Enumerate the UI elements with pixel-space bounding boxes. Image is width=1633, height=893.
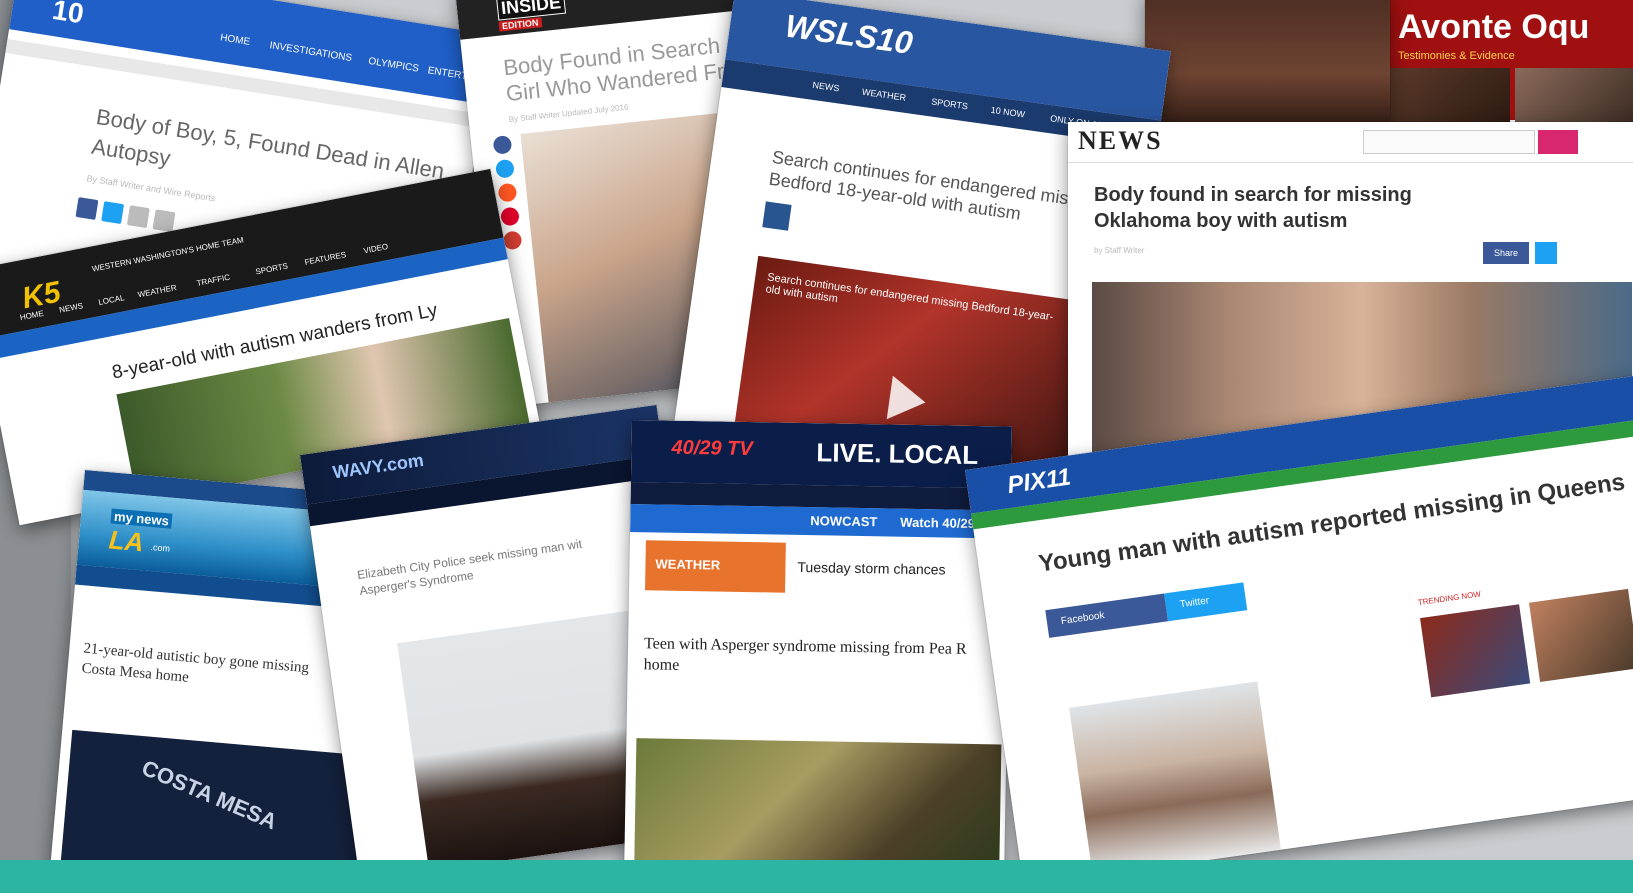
news-share-twitter[interactable] — [1535, 242, 1557, 264]
facebook-icon[interactable] — [492, 134, 513, 155]
facebook-label: Facebook — [1060, 610, 1106, 628]
pix11-sidebar-photo — [1420, 604, 1531, 698]
pix11-sidebar-photo-2 — [1528, 588, 1633, 683]
facebook-icon[interactable] — [75, 197, 99, 220]
nbc10-byline: By Staff Writer and Wire Reports — [85, 173, 217, 204]
pix11-photo — [1069, 681, 1281, 860]
email-icon[interactable] — [126, 205, 150, 229]
tv4029-banner: LIVE. LOCAL — [816, 437, 979, 471]
mynewsla-logo-suffix: .com — [150, 542, 171, 554]
pix11-sidebar-label: TRENDING NOW — [1417, 589, 1482, 608]
avonte-photo-2 — [1515, 68, 1633, 128]
twitter-icon[interactable] — [495, 158, 515, 179]
tv4029-headline-line2: home — [643, 656, 680, 674]
avonte-article-card: Avonte Oqu Testimonies & Evidence — [1380, 0, 1633, 130]
news-masthead: NEWS — [1078, 126, 1163, 155]
news-headline: Body found in search for missing — [1094, 184, 1412, 206]
twitter-label: Twitter — [1179, 595, 1210, 611]
costa-mesa-badge-photo: COSTA MESA — [60, 729, 372, 860]
tv4029-article-card: 40/29 TV LIVE. LOCAL NOWCAST Watch 40/29… — [623, 420, 1012, 860]
tv4029-logo: 40/29 TV — [671, 436, 753, 461]
insideedition-byline: By Staff Writer Updated July 2016 — [508, 102, 629, 125]
avonte-headline: Avonte Oqu — [1398, 8, 1590, 46]
nbc10-share-buttons — [75, 197, 176, 233]
wsls-video-caption: Search continues for endangered missing … — [764, 271, 1054, 324]
badge-text: COSTA MESA — [138, 754, 281, 835]
pinterest-icon[interactable] — [500, 206, 520, 227]
news-byline: by Staff Writer — [1094, 246, 1145, 255]
tv4029-headline: Teen with Asperger syndrome missing from… — [643, 635, 967, 658]
news-headline-line2: Oklahoma boy with autism — [1094, 210, 1348, 232]
pix11-facebook-button[interactable]: Facebook — [1045, 593, 1169, 638]
wsls-author-avatar — [762, 201, 792, 231]
print-icon[interactable] — [152, 209, 176, 233]
nbc10-logo: 10 — [50, 0, 86, 30]
news-share-facebook[interactable]: Share — [1483, 242, 1529, 264]
tv4029-photo — [633, 738, 1002, 860]
teal-bottom-strip — [0, 860, 1633, 893]
news-search-input[interactable] — [1363, 130, 1535, 154]
mynewsla-logo-bottom: LA — [107, 524, 145, 558]
news-collage: Avonte Oqu Testimonies & Evidence 10 HOM… — [0, 0, 1633, 860]
reddit-icon[interactable] — [497, 182, 518, 203]
portrait-photo-card — [1145, 0, 1390, 130]
weather-label: WEATHER — [655, 556, 721, 573]
twitter-icon[interactable] — [101, 201, 125, 225]
tv4029-weather-button[interactable]: WEATHER — [645, 540, 786, 593]
avonte-subtitle: Testimonies & Evidence — [1398, 50, 1515, 62]
tv4029-nowcast[interactable]: NOWCAST — [810, 513, 877, 529]
pix11-twitter-button[interactable]: Twitter — [1164, 582, 1248, 622]
news-search-button[interactable] — [1538, 130, 1578, 154]
share-label: Share — [1493, 248, 1519, 258]
play-icon[interactable] — [886, 375, 929, 425]
avonte-photo — [1390, 68, 1510, 128]
tv4029-watch[interactable]: Watch 40/29 — [900, 515, 975, 531]
tv4029-weather-text: Tuesday storm chances — [797, 558, 946, 578]
